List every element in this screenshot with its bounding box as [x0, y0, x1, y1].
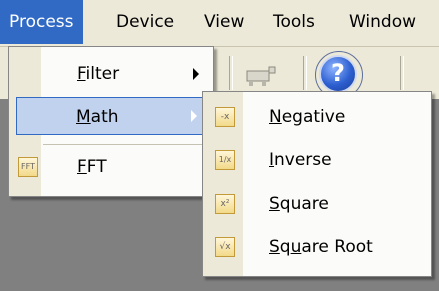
- menu-view[interactable]: View: [195, 0, 253, 44]
- menu-item-inverse[interactable]: 1/x Inverse: [205, 141, 429, 179]
- menu-item-square-root[interactable]: √x Square Root: [205, 228, 429, 266]
- menu-device-label: Device: [116, 12, 175, 32]
- negative-icon: -x: [215, 107, 235, 127]
- square-root-icon: √x: [215, 237, 235, 257]
- menu-device[interactable]: Device: [107, 0, 183, 44]
- menu-tools[interactable]: Tools: [264, 0, 324, 44]
- square-icon: x²: [215, 194, 235, 214]
- toolbar-separator: [400, 56, 404, 90]
- menu-window[interactable]: Window: [340, 0, 425, 44]
- menu-item-label: Inverse: [269, 150, 332, 170]
- inverse-icon: 1/x: [215, 150, 235, 170]
- menu-item-fft[interactable]: FFT FFT: [11, 148, 211, 186]
- fft-icon: FFT: [18, 157, 38, 177]
- menu-bar: Process Device View Tools Window: [0, 0, 439, 47]
- menu-item-label: FFT: [77, 157, 107, 177]
- menu-item-square[interactable]: x² Square: [205, 185, 429, 223]
- process-menu: Filter Math FFT FFT: [8, 46, 214, 197]
- robot-icon[interactable]: [244, 65, 278, 87]
- help-icon[interactable]: ?: [319, 55, 357, 93]
- menu-item-label: Math: [76, 107, 119, 127]
- submenu-arrow-icon: [191, 110, 197, 122]
- menu-item-negative[interactable]: -x Negative: [205, 98, 429, 136]
- menu-process[interactable]: Process: [0, 0, 83, 44]
- menu-item-label: Filter: [77, 64, 120, 84]
- menu-item-math[interactable]: Math: [16, 97, 207, 135]
- submenu-arrow-icon: [193, 68, 199, 80]
- menu-item-filter[interactable]: Filter: [11, 55, 211, 93]
- menu-process-label: Process: [9, 12, 74, 32]
- menu-tools-label: Tools: [273, 12, 315, 32]
- menu-window-label: Window: [349, 12, 417, 32]
- menu-separator: [43, 144, 209, 145]
- menu-view-label: View: [204, 12, 245, 32]
- toolbar-separator: [229, 56, 233, 90]
- math-submenu: -x Negative 1/x Inverse x² Square √x Squ…: [202, 91, 432, 277]
- menu-item-label: Negative: [269, 107, 346, 127]
- menu-item-label: Square: [269, 194, 329, 214]
- menu-item-label: Square Root: [269, 237, 373, 257]
- toolbar-separator: [303, 56, 307, 90]
